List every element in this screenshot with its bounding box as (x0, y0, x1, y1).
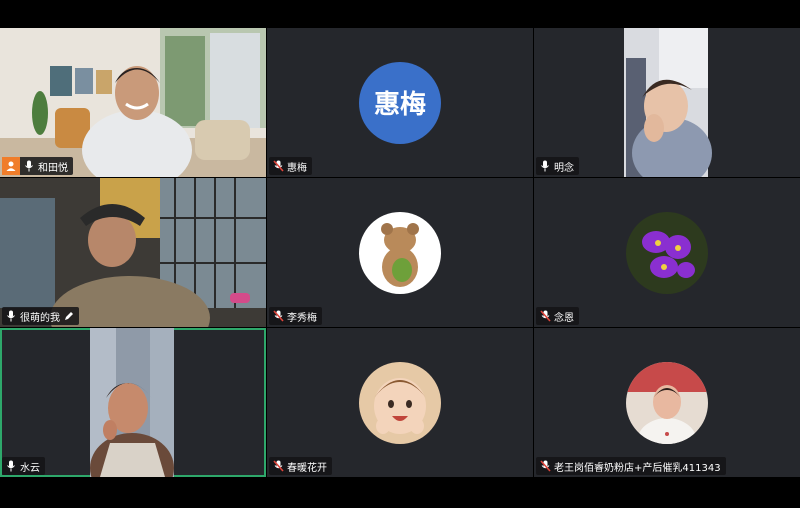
microphone-icon (22, 157, 36, 175)
muted-microphone-icon (271, 457, 285, 475)
name-tag: 和田悦 (2, 157, 73, 175)
video-feed-7 (90, 328, 174, 477)
participant-tile-1[interactable]: 和田悦 (0, 28, 266, 177)
participant-tile-8[interactable]: 春暖花开 (267, 328, 533, 477)
name-tag: 很萌的我 (2, 307, 79, 325)
name-tag: 水云 (2, 457, 45, 475)
video-feed-1 (0, 28, 266, 177)
muted-microphone-icon (538, 307, 552, 325)
name-tag: 老王岗佰睿奶粉店+产后催乳411343 (536, 457, 726, 475)
participant-name: 念恩 (554, 312, 574, 324)
participant-tile-9[interactable]: 老王岗佰睿奶粉店+产后催乳411343 (534, 328, 800, 477)
participant-name: 明念 (554, 162, 574, 174)
participant-name: 水云 (20, 462, 40, 474)
participant-tile-7[interactable]: 水云 (0, 328, 266, 477)
video-feed-3 (624, 28, 712, 177)
avatar-image (359, 211, 441, 294)
avatar-image (626, 361, 708, 444)
participant-name: 李秀梅 (287, 312, 317, 324)
participant-tile-3[interactable]: 明念 (534, 28, 800, 177)
participant-name: 很萌的我 (20, 312, 60, 324)
name-tag: 春暖花开 (269, 457, 332, 475)
video-feed-4 (0, 178, 266, 327)
avatar-image (359, 361, 441, 444)
muted-microphone-icon (271, 307, 285, 325)
participant-name: 老王岗佰睿奶粉店+产后催乳411343 (554, 462, 721, 474)
name-tag: 惠梅 (269, 157, 312, 175)
participant-tile-5[interactable]: 李秀梅 (267, 178, 533, 327)
microphone-icon (538, 157, 552, 175)
name-tag: 明念 (536, 157, 579, 175)
avatar-initials: 惠梅 (359, 61, 441, 144)
video-grid: 和田悦 惠梅 惠梅 明念 很萌的我 李秀梅 念恩 水云 春暖花开 老王岗佰睿奶粉… (0, 28, 800, 478)
participant-name: 春暖花开 (287, 462, 327, 474)
microphone-icon (4, 457, 18, 475)
name-tag: 念恩 (536, 307, 579, 325)
name-tag: 李秀梅 (269, 307, 322, 325)
participant-name: 和田悦 (38, 162, 68, 174)
participant-tile-6[interactable]: 念恩 (534, 178, 800, 327)
microphone-icon (4, 307, 18, 325)
participant-name: 惠梅 (287, 162, 307, 174)
pencil-icon (65, 312, 73, 320)
participant-tile-4[interactable]: 很萌的我 (0, 178, 266, 327)
muted-microphone-icon (538, 457, 552, 475)
participant-tile-2[interactable]: 惠梅 惠梅 (267, 28, 533, 177)
muted-microphone-icon (271, 157, 285, 175)
avatar-image (626, 211, 708, 294)
host-person-icon (2, 157, 20, 175)
